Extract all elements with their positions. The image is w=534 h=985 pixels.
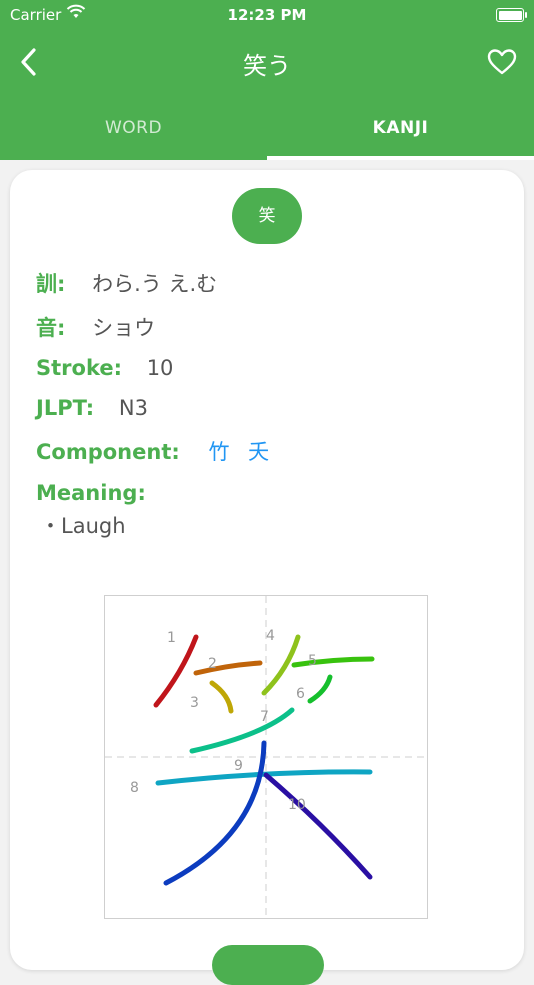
stroke-number: 2 xyxy=(208,656,217,672)
tab-indicator xyxy=(267,156,534,160)
stroke-number: 8 xyxy=(130,780,139,796)
meaning-item: ・Laugh xyxy=(40,514,126,538)
on-label: 音: xyxy=(36,316,66,340)
stroke-number: 3 xyxy=(190,695,199,711)
on-value: ショウ xyxy=(92,316,156,340)
component-label: Component: xyxy=(36,440,180,464)
stroke-value: 10 xyxy=(146,356,174,380)
stroke-7 xyxy=(189,707,295,754)
stroke-number: 9 xyxy=(234,758,243,774)
stroke-number: 7 xyxy=(260,709,269,725)
jlpt-label: JLPT: xyxy=(36,396,95,420)
meaning-label: Meaning: xyxy=(36,481,146,505)
stroke-label: Stroke: xyxy=(36,356,122,380)
stroke-10 xyxy=(263,772,373,880)
top-bar: Carrier 12:23 PM 笑う WORD KANJI xyxy=(0,0,534,160)
stroke-number: 6 xyxy=(296,686,305,702)
on-reading-row: 音: ショウ xyxy=(36,312,155,342)
component-link[interactable]: 竹 xyxy=(208,440,229,464)
stroke-6 xyxy=(307,674,333,704)
play-stroke-button[interactable] xyxy=(212,945,324,985)
tab-word[interactable]: WORD xyxy=(0,100,267,156)
stroke-2 xyxy=(193,660,263,676)
kun-label: 訓: xyxy=(36,272,66,296)
kun-reading-row: 訓: わら.う え.む xyxy=(36,268,217,298)
stroke-number: 10 xyxy=(288,797,306,813)
page-title: 笑う xyxy=(243,52,291,80)
stroke-number: 5 xyxy=(308,653,317,669)
stroke-5 xyxy=(291,656,375,668)
status-time: 12:23 PM xyxy=(227,6,307,24)
stroke-number: 4 xyxy=(266,628,275,644)
component-row: Component: 竹 夭 xyxy=(36,436,281,466)
status-bar: Carrier 12:23 PM xyxy=(0,0,534,30)
stroke-9 xyxy=(163,740,267,886)
battery-icon xyxy=(496,8,527,22)
stroke-order-diagram: 1 2 3 4 5 6 7 8 9 10 xyxy=(104,595,428,919)
stroke-row: Stroke: 10 xyxy=(36,356,173,380)
kanji-chip[interactable]: 笑 xyxy=(232,188,302,244)
tab-kanji[interactable]: KANJI xyxy=(267,100,534,156)
tab-bar: WORD KANJI xyxy=(0,100,534,160)
jlpt-value: N3 xyxy=(118,396,148,420)
component-link[interactable]: 夭 xyxy=(248,440,269,464)
stroke-number: 1 xyxy=(167,630,176,646)
meaning-row: Meaning: xyxy=(36,481,146,505)
navigation-bar: 笑う xyxy=(0,30,534,94)
heart-outline-icon[interactable] xyxy=(486,46,518,78)
kun-value: わら.う え.む xyxy=(92,272,218,296)
kanji-detail-card: 笑 訓: わら.う え.む 音: ショウ Stroke: 10 JLPT: N3… xyxy=(10,170,524,985)
jlpt-row: JLPT: N3 xyxy=(36,396,148,420)
stroke-3 xyxy=(209,680,234,714)
